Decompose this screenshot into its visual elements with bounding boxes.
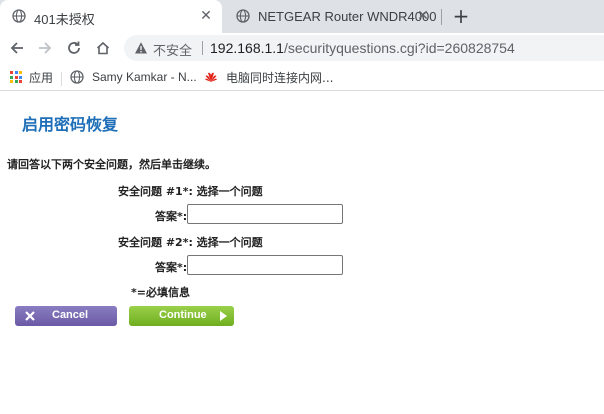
instructions-text: 请回答以下两个安全问题，然后单击继续。 <box>7 158 216 171</box>
reload-button[interactable] <box>63 37 85 59</box>
bookmarks-bar: 应用 Samy Kamkar - N... 电脑同时连接内网... <box>0 63 604 91</box>
browser-toolbar: 不安全 192.168.1.1/securityquestions.cgi?id… <box>0 33 604 63</box>
huawei-icon <box>205 72 217 82</box>
answer-2-input[interactable] <box>187 255 343 275</box>
tab-title: 401未授权 <box>34 12 95 27</box>
tab-separator <box>441 9 442 25</box>
cancel-label: Cancel <box>52 309 89 321</box>
arrow-right-icon <box>39 42 52 54</box>
page-title: 启用密码恢复 <box>22 115 119 134</box>
warning-icon[interactable] <box>134 41 148 55</box>
bookmark-label: 电脑同时连接内网... <box>226 70 334 85</box>
bookmark-apps[interactable]: 应用 <box>10 67 53 87</box>
home-button[interactable] <box>92 37 114 59</box>
required-note: *=必填信息 <box>131 286 190 299</box>
home-icon <box>96 41 110 55</box>
answer-2-label: 答案*: <box>155 261 188 274</box>
globe-icon <box>70 70 84 84</box>
security-question-2-label: 安全问题 #2*: 选择一个问题 <box>118 236 263 249</box>
url-host: 192.168.1.1 <box>210 40 284 56</box>
globe-icon <box>12 9 26 23</box>
apps-grid-icon <box>10 71 22 83</box>
cancel-button[interactable]: Cancel <box>15 306 117 326</box>
continue-button[interactable]: Continue <box>129 306 234 326</box>
bookmark-label: Samy Kamkar - N... <box>92 70 197 84</box>
answer-1-input[interactable] <box>187 204 343 224</box>
bookmark-samy-kamkar[interactable]: Samy Kamkar - N... <box>70 67 197 87</box>
back-button[interactable] <box>6 37 28 59</box>
answer-1-label: 答案*: <box>155 210 188 223</box>
bookmark-huawei[interactable]: 电脑同时连接内网... <box>204 67 333 87</box>
arrow-left-icon <box>10 42 23 54</box>
reload-icon <box>68 41 80 54</box>
tab-strip: 401未授权 ✕ NETGEAR Router WNDR4000 ✕ + <box>0 0 604 33</box>
address-divider <box>202 41 203 55</box>
play-arrow-icon <box>220 311 227 321</box>
globe-icon <box>236 9 250 23</box>
close-tab-icon[interactable]: ✕ <box>197 7 215 25</box>
continue-label: Continue <box>159 309 207 321</box>
bookmark-separator <box>61 72 62 86</box>
address-bar[interactable]: 不安全 192.168.1.1/securityquestions.cgi?id… <box>124 35 604 61</box>
tab-401[interactable]: 401未授权 ✕ <box>0 0 222 33</box>
new-tab-button[interactable]: + <box>450 4 472 28</box>
tab-netgear[interactable]: NETGEAR Router WNDR4000 ✕ <box>224 0 440 33</box>
tab-title: NETGEAR Router WNDR4000 <box>258 9 437 24</box>
forward-button[interactable] <box>34 37 56 59</box>
security-label[interactable]: 不安全 <box>153 40 192 59</box>
url-text[interactable]: 192.168.1.1/securityquestions.cgi?id=260… <box>210 40 515 56</box>
close-icon <box>25 311 35 321</box>
security-question-1-label: 安全问题 #1*: 选择一个问题 <box>118 185 263 198</box>
url-path: /securityquestions.cgi?id=260828754 <box>283 40 515 56</box>
bookmark-label: 应用 <box>29 70 54 85</box>
close-tab-icon[interactable]: ✕ <box>414 7 432 25</box>
